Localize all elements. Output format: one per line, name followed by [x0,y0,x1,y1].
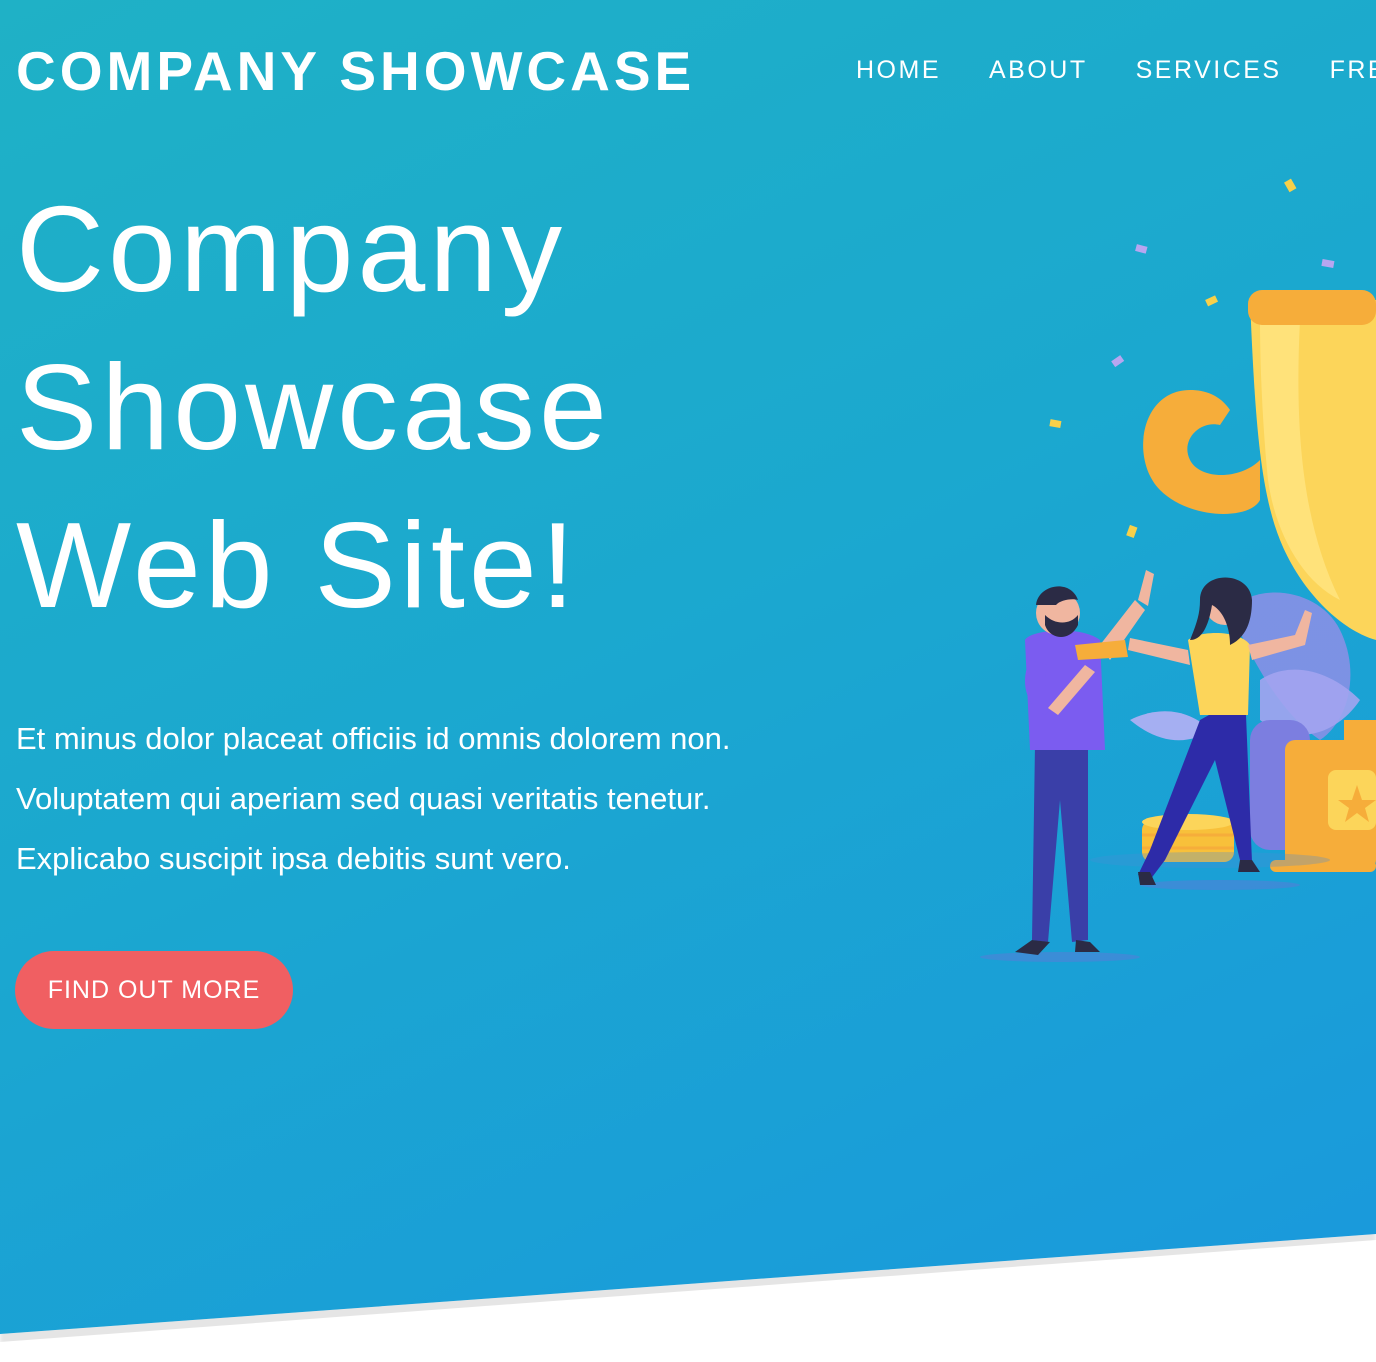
hero-title-line: Company [16,181,567,317]
nav-links: HOME ABOUT SERVICES FREQ [856,52,1376,88]
nav-link-faq[interactable]: FREQ [1330,52,1376,88]
hero-text-line: Explicabo suscipit ipsa debitis sunt ver… [16,841,571,876]
hero-title-line: Web Site! [16,497,579,633]
nav-link-about[interactable]: ABOUT [989,52,1088,88]
nav-link-services[interactable]: SERVICES [1136,52,1282,88]
brand-logo[interactable]: COMPANY SHOWCASE [16,38,695,104]
hero-description: Et minus dolor placeat officiis id omnis… [16,709,876,889]
hero-title-line: Showcase [16,339,611,475]
trophy-celebration-illustration [980,178,1376,962]
hero-title: Company Showcase Web Site! [16,170,796,644]
find-out-more-button[interactable]: FIND OUT MORE [15,951,293,1029]
hero-text-line: Et minus dolor placeat officiis id omnis… [16,721,731,756]
navbar: COMPANY SHOWCASE HOME ABOUT SERVICES FRE… [0,0,1376,140]
hero-text-line: Voluptatem qui aperiam sed quasi veritat… [16,781,711,816]
page: COMPANY SHOWCASE HOME ABOUT SERVICES FRE… [0,0,1376,1362]
nav-link-home[interactable]: HOME [856,52,941,88]
man-figure-icon [1015,570,1154,955]
